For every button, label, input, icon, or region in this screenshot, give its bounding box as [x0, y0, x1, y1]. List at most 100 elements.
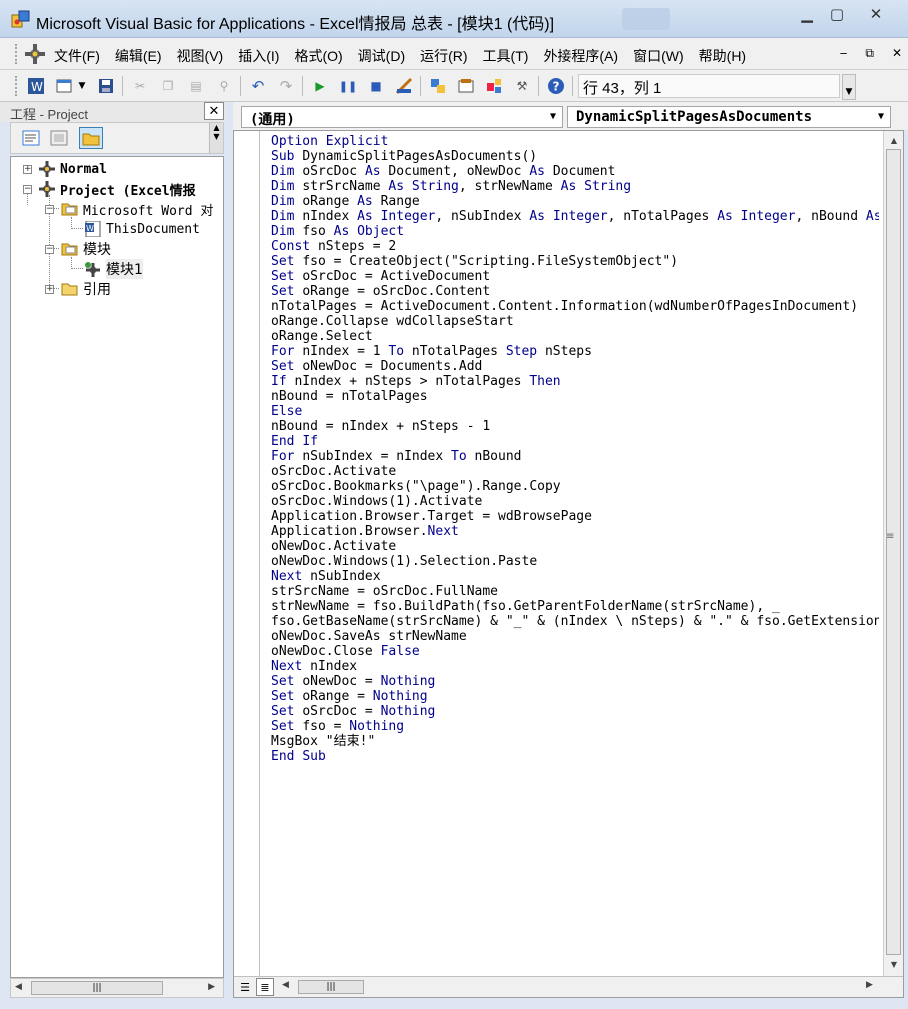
menu-format[interactable]: 格式(O): [294, 46, 342, 66]
code-line[interactable]: Set fso = Nothing: [271, 719, 879, 734]
insert-module-icon[interactable]: [54, 76, 74, 96]
code-line[interactable]: Set fso = CreateObject("Scripting.FileSy…: [271, 254, 879, 269]
procedure-view-icon[interactable]: ☰: [236, 978, 254, 996]
code-line[interactable]: Application.Browser.Target = wdBrowsePag…: [271, 509, 879, 524]
scroll-down-icon[interactable]: ▼: [886, 957, 902, 973]
code-line[interactable]: Next nSubIndex: [271, 569, 879, 584]
code-vertical-scrollbar[interactable]: ▲ ≡ ▼: [883, 131, 903, 976]
margin-indicator-bar[interactable]: [234, 131, 260, 976]
expand-icon[interactable]: +: [45, 285, 54, 294]
code-line[interactable]: MsgBox "结束!": [271, 734, 879, 749]
mdi-close-button[interactable]: ✕: [892, 46, 902, 61]
code-line[interactable]: oSrcDoc.Bookmarks("\page").Range.Copy: [271, 479, 879, 494]
restore-button[interactable]: ▢: [822, 3, 852, 25]
object-combo[interactable]: (通用) ▼: [241, 106, 563, 128]
code-line[interactable]: Set oSrcDoc = Nothing: [271, 704, 879, 719]
procedure-combo[interactable]: DynamicSplitPagesAsDocuments ▼: [567, 106, 891, 128]
expand-icon[interactable]: +: [23, 165, 32, 174]
scroll-right-icon[interactable]: ▶: [208, 982, 215, 992]
code-line[interactable]: oNewDoc.SaveAs strNewName: [271, 629, 879, 644]
code-line[interactable]: For nSubIndex = nIndex To nBound: [271, 449, 879, 464]
project-explorer-icon[interactable]: [428, 76, 448, 96]
minimize-button[interactable]: ▁: [792, 3, 822, 25]
scroll-thumb[interactable]: |||: [298, 980, 364, 994]
view-code-icon[interactable]: [19, 127, 43, 149]
code-line[interactable]: nBound = nTotalPages: [271, 389, 879, 404]
scroll-left-icon[interactable]: ◀: [282, 980, 289, 990]
code-line[interactable]: oNewDoc.Close False: [271, 644, 879, 659]
toolbox-icon[interactable]: ⚒: [512, 76, 532, 96]
full-module-view-icon[interactable]: ≣: [256, 978, 274, 996]
code-line[interactable]: oNewDoc.Windows(1).Selection.Paste: [271, 554, 879, 569]
code-line[interactable]: End If: [271, 434, 879, 449]
scroll-up-icon[interactable]: ▲: [886, 133, 902, 149]
paste-icon[interactable]: ▤: [186, 76, 206, 96]
tree-item-modules[interactable]: − 模块: [11, 240, 111, 258]
code-line[interactable]: Set oNewDoc = Documents.Add: [271, 359, 879, 374]
run-icon[interactable]: ▶: [310, 76, 330, 96]
close-button[interactable]: ✕: [852, 3, 900, 25]
menu-help[interactable]: 帮助(H): [699, 46, 746, 66]
code-line[interactable]: Option Explicit: [271, 134, 879, 149]
vba-tools-icon[interactable]: [24, 43, 46, 65]
code-line[interactable]: oSrcDoc.Activate: [271, 464, 879, 479]
menubar-grip[interactable]: [15, 44, 19, 64]
break-icon[interactable]: ❚❚: [338, 76, 358, 96]
code-line[interactable]: oRange.Select: [271, 329, 879, 344]
code-line[interactable]: Dim fso As Object: [271, 224, 879, 239]
menu-view[interactable]: 视图(V): [177, 46, 224, 66]
code-line[interactable]: strNewName = fso.BuildPath(fso.GetParent…: [271, 599, 879, 614]
code-line[interactable]: Set oRange = oSrcDoc.Content: [271, 284, 879, 299]
menu-addins[interactable]: 外接程序(A): [543, 46, 618, 66]
code-line[interactable]: oSrcDoc.Windows(1).Activate: [271, 494, 879, 509]
mdi-minimize-button[interactable]: ‒: [840, 46, 848, 61]
code-line[interactable]: nTotalPages = ActiveDocument.Content.Inf…: [271, 299, 879, 314]
code-line[interactable]: For nIndex = 1 To nTotalPages Step nStep…: [271, 344, 879, 359]
menu-debug[interactable]: 调试(D): [358, 46, 405, 66]
collapse-icon[interactable]: −: [45, 205, 54, 214]
project-toolbar-scroll[interactable]: ▲ ▼: [209, 123, 223, 153]
tree-item-word-objects[interactable]: − Microsoft Word 对: [11, 200, 213, 219]
scroll-right-icon[interactable]: ▶: [866, 980, 873, 990]
menu-insert[interactable]: 插入(I): [238, 46, 279, 66]
code-line[interactable]: strSrcName = oSrcDoc.FullName: [271, 584, 879, 599]
tree-item-module1[interactable]: 模块1: [11, 259, 143, 279]
scroll-thumb[interactable]: |||: [31, 981, 163, 995]
undo-icon[interactable]: ↶: [248, 76, 268, 96]
menu-file[interactable]: 文件(F): [54, 46, 100, 66]
mdi-restore-button[interactable]: ⧉: [865, 46, 874, 61]
code-editor[interactable]: Option Explicit Sub DynamicSplitPagesAsDo…: [271, 134, 879, 976]
menu-run[interactable]: 运行(R): [420, 46, 467, 66]
code-line[interactable]: End Sub: [271, 749, 879, 764]
code-line[interactable]: fso.GetBaseName(strSrcName) & "_" & (nIn…: [271, 614, 879, 629]
scroll-thumb[interactable]: [886, 149, 901, 955]
code-line[interactable]: nBound = nIndex + nSteps - 1: [271, 419, 879, 434]
code-line[interactable]: Sub DynamicSplitPagesAsDocuments(): [271, 149, 879, 164]
code-line[interactable]: Set oNewDoc = Nothing: [271, 674, 879, 689]
collapse-icon[interactable]: −: [45, 245, 54, 254]
collapse-icon[interactable]: −: [23, 185, 32, 194]
code-line[interactable]: Application.Browser.Next: [271, 524, 879, 539]
toolbar-overflow-button[interactable]: ▼: [842, 74, 856, 100]
help-icon[interactable]: ?: [546, 76, 566, 96]
code-line[interactable]: oRange.Collapse wdCollapseStart: [271, 314, 879, 329]
find-icon[interactable]: ⚲: [214, 76, 234, 96]
code-line[interactable]: Dim strSrcName As String, strNewName As …: [271, 179, 879, 194]
toolbar-grip[interactable]: [15, 76, 19, 96]
code-line[interactable]: Dim oSrcDoc As Document, oNewDoc As Docu…: [271, 164, 879, 179]
redo-icon[interactable]: ↷: [276, 76, 296, 96]
code-line[interactable]: Next nIndex: [271, 659, 879, 674]
properties-window-icon[interactable]: [456, 76, 476, 96]
design-mode-icon[interactable]: [394, 76, 414, 96]
toggle-folders-icon[interactable]: [79, 127, 103, 149]
chevron-down-icon[interactable]: ▼: [878, 111, 884, 122]
reset-icon[interactable]: ■: [366, 76, 386, 96]
code-line[interactable]: Const nSteps = 2: [271, 239, 879, 254]
menu-edit[interactable]: 编辑(E): [115, 46, 162, 66]
project-horizontal-scrollbar[interactable]: ◀ ||| ▶: [10, 978, 224, 998]
code-line[interactable]: Set oRange = Nothing: [271, 689, 879, 704]
view-object-icon[interactable]: [47, 127, 71, 149]
code-line[interactable]: Dim oRange As Range: [271, 194, 879, 209]
tree-item-thisdocument[interactable]: W ThisDocument: [11, 220, 200, 238]
code-line[interactable]: If nIndex + nSteps > nTotalPages Then: [271, 374, 879, 389]
